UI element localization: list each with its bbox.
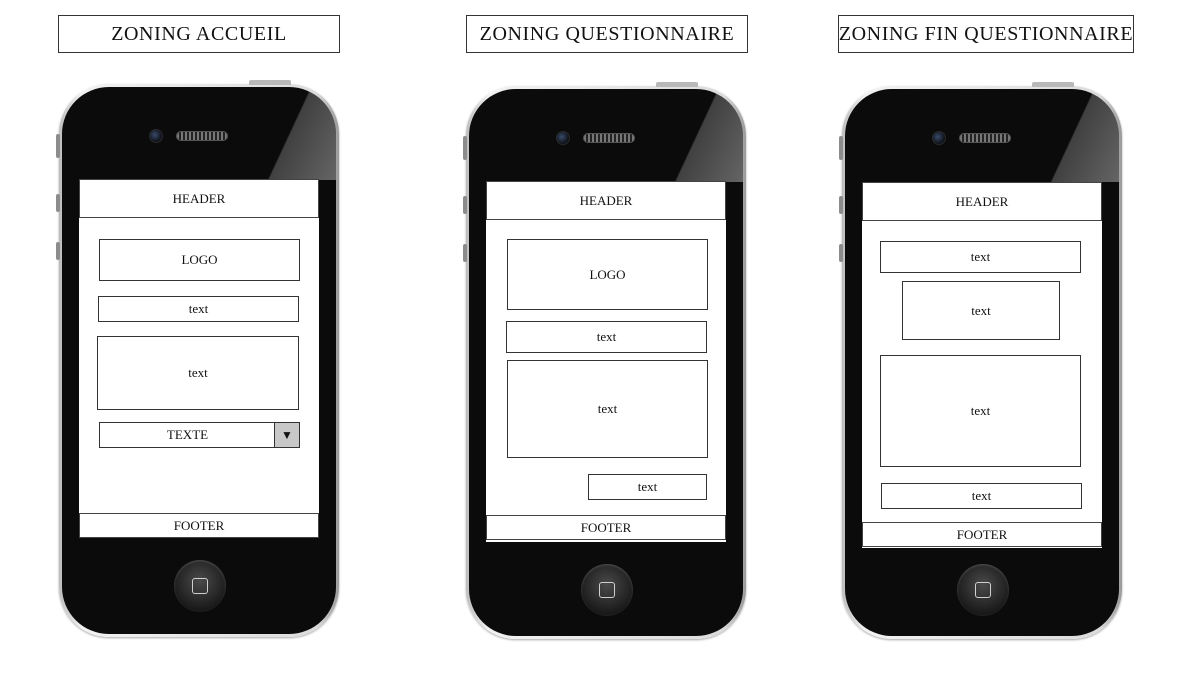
text-zone: text [881, 483, 1082, 509]
phone-body: HEADER LOGO text text TEXTE ▼ FOOTER [62, 87, 336, 634]
volume-down-button [56, 242, 60, 260]
volume-up-button [839, 196, 843, 214]
mute-switch [56, 134, 60, 158]
volume-down-button [463, 244, 467, 262]
volume-up-button [56, 194, 60, 212]
text-zone: text [506, 321, 707, 353]
footer-zone: FOOTER [486, 515, 726, 540]
footer-zone: FOOTER [79, 513, 319, 538]
mute-switch [463, 136, 467, 160]
speaker-grille [959, 133, 1011, 143]
power-button [1032, 82, 1074, 87]
home-square-icon [599, 582, 615, 598]
camera-icon [149, 129, 163, 143]
speaker-grille [583, 133, 635, 143]
text-zone: text [902, 281, 1060, 340]
screen-questionnaire: HEADER LOGO text text text FOOTER [486, 181, 726, 542]
speaker-grille [176, 131, 228, 141]
home-square-icon [192, 578, 208, 594]
logo-zone: LOGO [507, 239, 708, 310]
text-block-zone: text [507, 360, 708, 458]
phone-questionnaire: HEADER LOGO text text text FOOTER [463, 82, 746, 639]
screen-fin-questionnaire: HEADER text text text text FOOTER [862, 182, 1102, 548]
camera-icon [932, 131, 946, 145]
screen-accueil: HEADER LOGO text text TEXTE ▼ FOOTER [79, 179, 319, 538]
home-button[interactable] [581, 564, 633, 616]
header-zone: HEADER [79, 179, 319, 218]
phone-accueil: HEADER LOGO text text TEXTE ▼ FOOTER [56, 80, 339, 637]
header-zone: HEADER [862, 182, 1102, 221]
header-zone: HEADER [486, 181, 726, 220]
camera-icon [556, 131, 570, 145]
title-questionnaire: ZONING QUESTIONNAIRE [466, 15, 748, 53]
volume-up-button [463, 196, 467, 214]
footer-zone: FOOTER [862, 522, 1102, 547]
volume-down-button [839, 244, 843, 262]
mute-switch [839, 136, 843, 160]
dropdown-value: TEXTE [166, 427, 209, 442]
home-button[interactable] [957, 564, 1009, 616]
dropdown-arrow-icon[interactable]: ▼ [274, 423, 299, 447]
text-zone: text [880, 241, 1081, 273]
text-zone: text [98, 296, 299, 322]
title-accueil: ZONING ACCUEIL [58, 15, 340, 53]
phone-fin-questionnaire: HEADER text text text text FOOTER [839, 82, 1122, 639]
text-block-zone: text [880, 355, 1081, 467]
power-button [656, 82, 698, 87]
home-button[interactable] [174, 560, 226, 612]
title-fin-questionnaire: ZONING FIN QUESTIONNAIRE [838, 15, 1134, 53]
phone-body: HEADER LOGO text text text FOOTER [469, 89, 743, 636]
logo-zone: LOGO [99, 239, 300, 281]
home-square-icon [975, 582, 991, 598]
dropdown-select[interactable]: TEXTE ▼ [99, 422, 300, 448]
power-button [249, 80, 291, 85]
phone-body: HEADER text text text text FOOTER [845, 89, 1119, 636]
button-zone[interactable]: text [588, 474, 707, 500]
text-block-zone: text [97, 336, 299, 410]
